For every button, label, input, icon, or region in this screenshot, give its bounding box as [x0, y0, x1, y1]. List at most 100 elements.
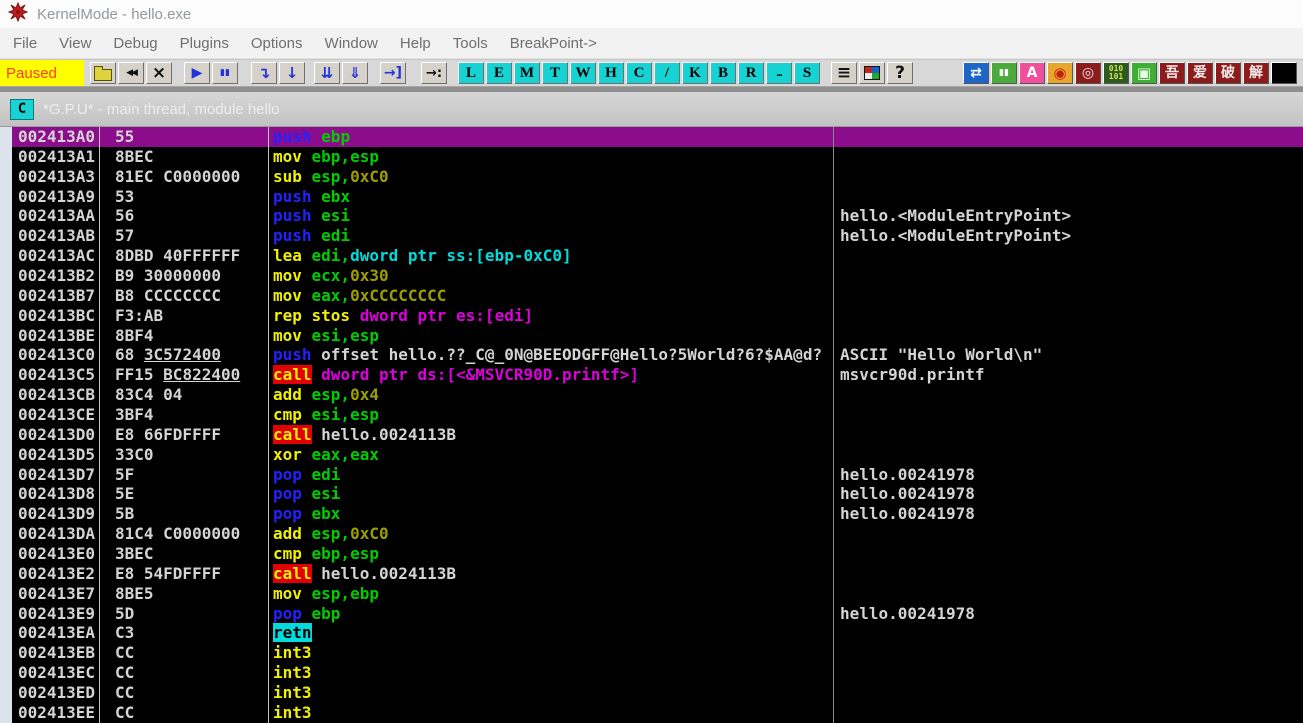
- list-icon: ≡: [837, 65, 851, 82]
- menu-item-breakpoint[interactable]: BreakPoint->: [499, 35, 608, 52]
- animate-into-button[interactable]: ⇊: [314, 62, 340, 84]
- view-runtrace-button[interactable]: ...: [766, 62, 792, 84]
- address-cell: 002413D8: [18, 484, 95, 504]
- view-threads-button[interactable]: T: [542, 62, 568, 84]
- disasm-row[interactable]: 002413AC8DBD 40FFFFFFlea edi,dword ptr s…: [12, 246, 1303, 266]
- plugin-ai-button[interactable]: 爱: [1187, 62, 1213, 84]
- view-handles-button[interactable]: H: [598, 62, 624, 84]
- disasm-row[interactable]: 002413D85Epop esihello.00241978: [12, 484, 1303, 504]
- disasm-row[interactable]: 002413DA81C4 C0000000add esp,0xC0: [12, 524, 1303, 544]
- plugin-spiral-button[interactable]: ◎: [1075, 62, 1101, 84]
- plugin-assembler-button[interactable]: A: [1019, 62, 1045, 84]
- menu-item-window[interactable]: Window: [314, 35, 389, 52]
- plugin-monitor-button[interactable]: ▣: [1131, 62, 1157, 84]
- plugin-binary-button[interactable]: 010 101: [1103, 62, 1129, 84]
- plugin-sync-button[interactable]: ⇄: [963, 62, 989, 84]
- view-cpu-button-label: C: [634, 66, 645, 81]
- address-cell: 002413BC: [18, 306, 95, 326]
- menu-item-options[interactable]: Options: [240, 35, 314, 52]
- menu-item-file[interactable]: File: [2, 35, 48, 52]
- disasm-row[interactable]: 002413A18BECmov ebp,esp: [12, 147, 1303, 167]
- folder-icon: [94, 69, 112, 81]
- disasm-row[interactable]: 002413BCF3:ABrep stos dword ptr es:[edi]: [12, 306, 1303, 326]
- bytes-cell: CC: [115, 663, 134, 683]
- address-cell: 002413E9: [18, 604, 95, 624]
- view-callstack-button-label: K: [689, 66, 701, 81]
- disasm-row[interactable]: 002413AB57push edihello.<ModuleEntryPoin…: [12, 226, 1303, 246]
- step-into-button[interactable]: ↴: [251, 62, 277, 84]
- disasm-row[interactable]: 002413D95Bpop ebxhello.00241978: [12, 504, 1303, 524]
- view-breakpoints-button[interactable]: B: [710, 62, 736, 84]
- menu-item-plugins[interactable]: Plugins: [169, 35, 240, 52]
- bytes-cell: F3:AB: [115, 306, 163, 326]
- address-cell: 002413D7: [18, 465, 95, 485]
- disasm-row[interactable]: 002413D533C0xor eax,eax: [12, 445, 1303, 465]
- disasm-row[interactable]: 002413A381EC C0000000sub esp,0xC0: [12, 167, 1303, 187]
- view-cpu-button[interactable]: C: [626, 62, 652, 84]
- view-executables-button[interactable]: E: [486, 62, 512, 84]
- plugin-blank-button[interactable]: [1271, 62, 1297, 84]
- disasm-row[interactable]: 002413BE8BF4mov esi,esp: [12, 326, 1303, 346]
- plugin-target-button[interactable]: ◉: [1047, 62, 1073, 84]
- disasm-row[interactable]: 002413ECCCint3: [12, 663, 1303, 683]
- animate-over-button[interactable]: ⇓: [342, 62, 368, 84]
- disasm-row[interactable]: 002413A055push ebp: [12, 127, 1303, 147]
- view-references-button[interactable]: R: [738, 62, 764, 84]
- execute-till-return-button[interactable]: →]: [380, 62, 406, 84]
- disasm-row[interactable]: 002413EBCCint3: [12, 643, 1303, 663]
- menu-bar: FileViewDebugPluginsOptionsWindowHelpToo…: [0, 28, 1303, 59]
- disasm-row[interactable]: 002413C5FF15 BC822400call dword ptr ds:[…: [12, 365, 1303, 385]
- plugin-pause-button[interactable]: ▮▮: [991, 62, 1017, 84]
- bytes-cell: 5F: [115, 465, 134, 485]
- goto-button[interactable]: →:: [421, 62, 447, 84]
- view-memory-button[interactable]: M: [514, 62, 540, 84]
- comment-cell: msvcr90d.printf: [840, 365, 985, 385]
- log-list-button[interactable]: ≡: [831, 62, 857, 84]
- disasm-row[interactable]: 002413D0E8 66FDFFFFcall hello.0024113B: [12, 425, 1303, 445]
- instruction-cell: int3: [273, 683, 832, 703]
- open-file-button[interactable]: [90, 62, 116, 84]
- disasm-row[interactable]: 002413AA56push esihello.<ModuleEntryPoin…: [12, 206, 1303, 226]
- plugin-po-button[interactable]: 破: [1215, 62, 1241, 84]
- disasm-row[interactable]: 002413EDCCint3: [12, 683, 1303, 703]
- instruction-cell: cmp ebp,esp: [273, 544, 832, 564]
- pause-button[interactable]: ▮▮: [212, 62, 238, 84]
- rewind-button[interactable]: ◀◀: [118, 62, 144, 84]
- step-over-button[interactable]: ↓: [279, 62, 305, 84]
- view-patches-button[interactable]: /: [654, 62, 680, 84]
- disasm-row[interactable]: 002413C068 3C572400push offset hello.??_…: [12, 345, 1303, 365]
- instruction-cell: retn: [273, 623, 832, 643]
- plugin-jie-button[interactable]: 解: [1243, 62, 1269, 84]
- menu-item-tools[interactable]: Tools: [442, 35, 499, 52]
- address-cell: 002413E2: [18, 564, 95, 584]
- disasm-row[interactable]: 002413CE3BF4cmp esi,esp: [12, 405, 1303, 425]
- instruction-cell: push ebx: [273, 187, 832, 207]
- run-button[interactable]: ▶: [184, 62, 210, 84]
- disasm-row[interactable]: 002413E03BECcmp ebp,esp: [12, 544, 1303, 564]
- disasm-row[interactable]: 002413A953push ebx: [12, 187, 1303, 207]
- help-button[interactable]: ?: [887, 62, 913, 84]
- bytes-cell: 81C4 C0000000: [115, 524, 240, 544]
- view-windows-button[interactable]: W: [570, 62, 596, 84]
- disasm-row[interactable]: 002413E2E8 54FDFFFFcall hello.0024113B: [12, 564, 1303, 584]
- view-source-button[interactable]: S: [794, 62, 820, 84]
- menu-item-debug[interactable]: Debug: [102, 35, 168, 52]
- disasm-row[interactable]: 002413E78BE5mov esp,ebp: [12, 584, 1303, 604]
- disasm-row[interactable]: 002413B2B9 30000000mov ecx,0x30: [12, 266, 1303, 286]
- plugin-wu-button[interactable]: 吾: [1159, 62, 1185, 84]
- windows-mosaic-button[interactable]: [859, 62, 885, 84]
- bytes-cell: 83C4 04: [115, 385, 182, 405]
- disasm-row[interactable]: 002413CB83C4 04add esp,0x4: [12, 385, 1303, 405]
- menu-item-view[interactable]: View: [48, 35, 102, 52]
- close-file-button[interactable]: ×: [146, 62, 172, 84]
- disasm-row[interactable]: 002413EAC3retn: [12, 623, 1303, 643]
- disasm-row[interactable]: 002413B7B8 CCCCCCCCmov eax,0xCCCCCCCC: [12, 286, 1303, 306]
- address-cell: 002413E7: [18, 584, 95, 604]
- disasm-row[interactable]: 002413D75Fpop edihello.00241978: [12, 465, 1303, 485]
- view-log-button[interactable]: L: [458, 62, 484, 84]
- disasm-row[interactable]: 002413E95Dpop ebphello.00241978: [12, 604, 1303, 624]
- cpu-window-titlebar[interactable]: C *G.P.U* - main thread, module hello: [0, 92, 1303, 127]
- address-cell: 002413C5: [18, 365, 95, 385]
- menu-item-help[interactable]: Help: [389, 35, 442, 52]
- view-callstack-button[interactable]: K: [682, 62, 708, 84]
